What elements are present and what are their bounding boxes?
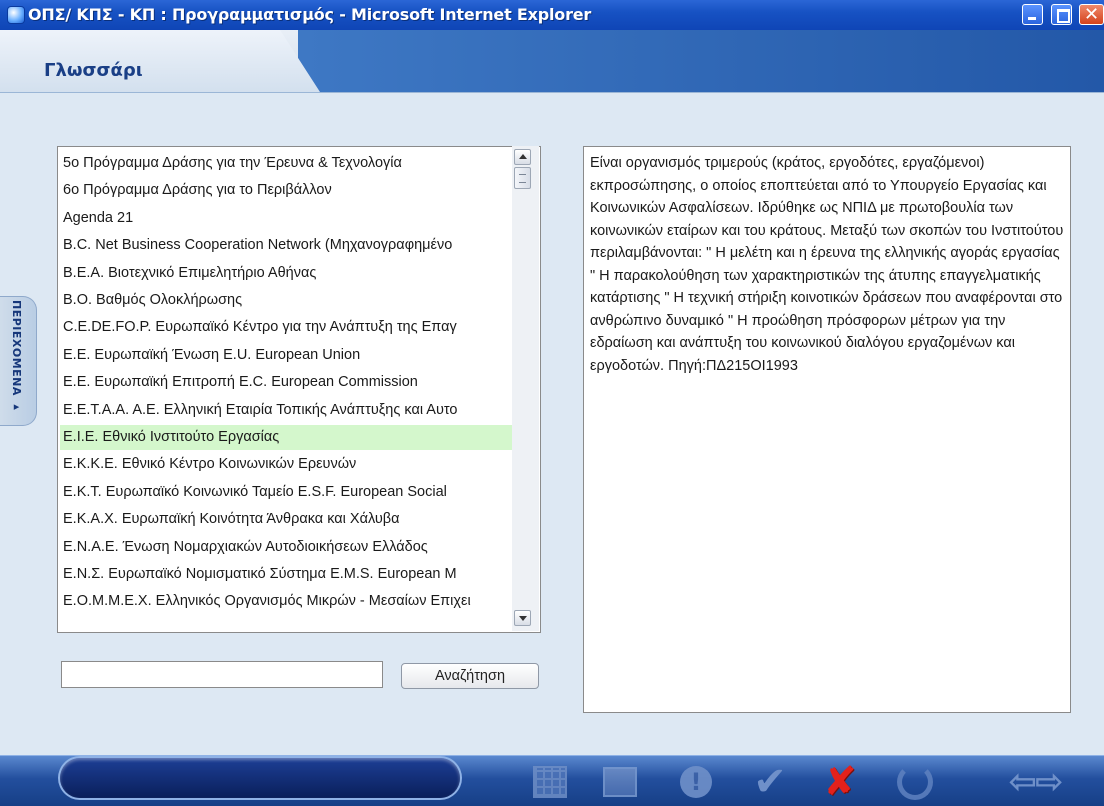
glossary-item[interactable]: Β.Ο. Βαθμός Ολοκλήρωσης [60, 288, 518, 313]
glossary-item[interactable]: B.C. Net Business Cooperation Network (Μ… [60, 233, 518, 258]
glossary-item[interactable]: Ε.Ε. Ευρωπαϊκή Επιτροπή E.C. European Co… [60, 370, 518, 395]
tab-glossary-label: Γλωσσάρι [44, 60, 143, 81]
glossary-item[interactable]: Ε.Ε. Ευρωπαϊκή Ένωση E.U. European Union [60, 343, 518, 368]
search-input[interactable] [61, 661, 383, 688]
glossary-item[interactable]: Ε.Ι.Ε. Εθνικό Ινστιτούτο Εργασίας [60, 425, 518, 450]
arrows-icon[interactable]: ⇦⇨ [990, 762, 1080, 802]
glossary-item[interactable]: Ε.Ν.Α.Ε. Ένωση Νομαρχιακών Αυτοδιοικήσεω… [60, 535, 518, 560]
glossary-item[interactable]: Ε.Κ.Κ.Ε. Εθνικό Κέντρο Κοινωνικών Ερευνώ… [60, 452, 518, 477]
glossary-item[interactable]: Β.Ε.Α. Βιοτεχνικό Επιμελητήριο Αθήνας [60, 261, 518, 286]
glossary-item[interactable]: Ε.Κ.Α.Χ. Ευρωπαϊκή Κοινότητα Άνθρακα και… [60, 507, 518, 532]
maximize-button[interactable] [1051, 4, 1072, 25]
close-button[interactable]: ✕ [1079, 4, 1104, 25]
glossary-scrollbar[interactable] [512, 146, 539, 631]
scroll-up-icon[interactable] [514, 149, 531, 165]
glossary-item[interactable]: 5ο Πρόγραμμα Δράσης για την Έρευνα & Τεχ… [60, 151, 518, 176]
title-bar: ΟΠΣ/ ΚΠΣ - ΚΠ : Προγραμματισμός - Micros… [0, 0, 1104, 31]
search-button[interactable]: Αναζήτηση [401, 663, 539, 689]
scroll-down-icon[interactable] [514, 610, 531, 626]
edit-icon[interactable] [600, 762, 640, 802]
toolbar-pill [60, 758, 460, 798]
glossary-item[interactable]: C.E.DE.FO.P. Ευρωπαϊκό Κέντρο για την Αν… [60, 315, 518, 340]
cross-icon[interactable]: ✘ [820, 762, 860, 802]
glossary-item[interactable]: Agenda 21 [60, 206, 518, 231]
window-title: ΟΠΣ/ ΚΠΣ - ΚΠ : Προγραμματισμός - Micros… [28, 5, 592, 24]
scroll-thumb[interactable] [514, 167, 531, 189]
sidebar-contents-label: ΠΕΡΙΕΧΟΜΕΝΑ ▸ [10, 300, 23, 414]
glossary-item[interactable]: 6ο Πρόγραμμα Δράσης για το Περιβάλλον [60, 178, 518, 203]
glossary-list[interactable]: 5ο Πρόγραμμα Δράσης για την Έρευνα & Τεχ… [57, 146, 541, 633]
check-icon[interactable]: ✔ [750, 762, 790, 802]
grid-icon[interactable] [530, 762, 570, 802]
minimize-button[interactable] [1022, 4, 1043, 25]
ie-logo-icon [8, 7, 24, 23]
glossary-item[interactable]: Ε.Ν.Σ. Ευρωπαϊκό Νομισματικό Σύστημα E.M… [60, 562, 518, 587]
glossary-item[interactable]: Ε.Ε.Τ.Α.Α. Α.Ε. Ελληνική Εταιρία Τοπικής… [60, 398, 518, 423]
glossary-item[interactable]: Ε.Κ.Τ. Ευρωπαϊκό Κοινωνικό Ταμείο E.S.F.… [60, 480, 518, 505]
refresh-icon[interactable] [895, 762, 935, 802]
warning-icon[interactable]: ! [676, 762, 716, 802]
definition-text: Είναι οργανισμός τριμερούς (κράτος, εργο… [583, 146, 1071, 713]
glossary-item[interactable]: Ε.Ο.Μ.Μ.Ε.Χ. Ελληνικός Οργανισμός Μικρών… [60, 589, 518, 614]
